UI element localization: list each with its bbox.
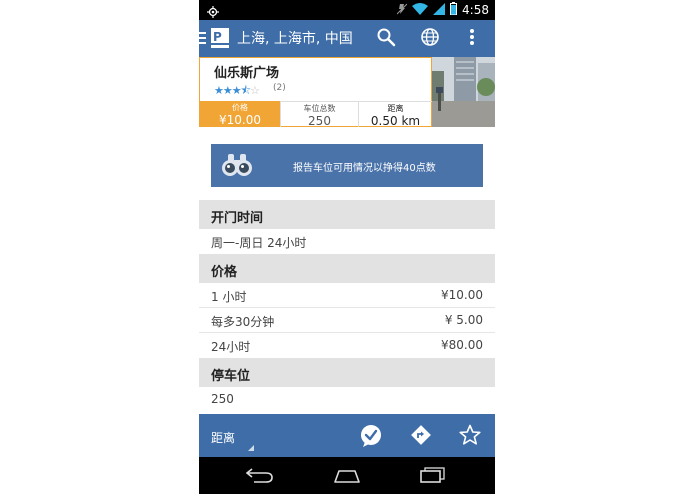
price-row-value: ¥ 5.00 (444, 313, 483, 327)
back-icon[interactable] (245, 467, 274, 487)
location-title[interactable]: 上海, 上海市, 中国 (237, 28, 353, 48)
spaces-section-title: 停车位 (211, 369, 251, 384)
price-stat: 价格 ¥10.00 (200, 101, 280, 127)
globe-icon[interactable] (420, 27, 440, 51)
star-icon: ★ (222, 84, 233, 97)
hours-section-title: 开门时间 (211, 211, 264, 226)
star-half-icon: ⯪ (240, 84, 251, 97)
svg-text:P: P (213, 30, 222, 44)
hours-value: 周一-周日 24小时 (211, 236, 307, 250)
recent-apps-icon[interactable] (420, 467, 446, 487)
parking-photo[interactable] (432, 57, 495, 127)
price-row: 24小时 ¥80.00 (199, 333, 495, 358)
phone-screen: 4:58 P 上海, 上海市, 中国 仙乐斯广场 ★★★⯪☆ (2) 价格 ¥1… (199, 0, 495, 494)
parking-logo-icon[interactable]: P (211, 28, 229, 48)
status-time: 4:58 (462, 3, 489, 17)
home-icon[interactable] (333, 468, 361, 487)
star-icon: ★ (214, 84, 224, 97)
distance-stat: 距离 0.50 km (358, 101, 432, 128)
price-row-label: 1 小时 (211, 290, 247, 304)
price-row-value: ¥80.00 (441, 338, 483, 352)
price-row: 每多30分钟 ¥ 5.00 (199, 308, 495, 333)
distance-value: 0.50 km (370, 114, 421, 128)
rating-count: (2) (273, 83, 286, 93)
mute-icon (396, 3, 408, 18)
parking-name: 仙乐斯广场 (214, 66, 280, 81)
wifi-icon (412, 2, 429, 18)
total-spaces-value: 250 (308, 114, 331, 128)
price-stat-label: 价格 (232, 103, 248, 112)
dropdown-corner-icon (248, 445, 254, 451)
status-bar: 4:58 (199, 0, 495, 20)
distance-label: 距离 (387, 104, 404, 113)
signal-icon (433, 2, 446, 18)
report-availability-banner[interactable]: 报告车位可用情况以挣得40点数 (211, 144, 483, 187)
total-spaces-label: 车位总数 (303, 104, 336, 113)
rating-stars: ★★★⯪☆ (214, 82, 260, 101)
overflow-menu-icon[interactable] (469, 27, 475, 51)
price-row-label: 每多30分钟 (211, 315, 275, 329)
binoculars-icon (221, 152, 253, 182)
parking-summary-card[interactable]: 仙乐斯广场 ★★★⯪☆ (2) 价格 ¥10.00 车位总数 250 距离 0.… (199, 57, 432, 128)
search-icon[interactable] (376, 27, 396, 51)
spaces-section-header: 停车位 (199, 358, 495, 387)
star-icon: ★ (231, 84, 242, 97)
drawer-menu-icon[interactable] (199, 30, 206, 49)
price-stat-value: ¥10.00 (219, 113, 261, 127)
bottom-action-bar: 距离 (199, 414, 495, 457)
price-row: 1 小时 ¥10.00 (199, 283, 495, 308)
sort-by-selector[interactable]: 距离 (211, 429, 235, 446)
price-section-title: 价格 (211, 265, 238, 280)
checkin-icon[interactable] (360, 425, 381, 451)
spaces-value: 250 (211, 392, 234, 406)
total-spaces-stat: 车位总数 250 (280, 101, 358, 128)
spaces-row: 250 (199, 387, 495, 412)
favorite-star-icon[interactable] (459, 424, 481, 450)
price-row-label: 24小时 (211, 340, 251, 354)
system-nav-bar (199, 457, 495, 494)
hours-section-header: 开门时间 (199, 200, 495, 229)
price-row-value: ¥10.00 (441, 288, 483, 302)
hours-row: 周一-周日 24小时 (199, 229, 495, 254)
action-bar: P 上海, 上海市, 中国 (199, 20, 495, 57)
price-section-header: 价格 (199, 254, 495, 283)
directions-icon[interactable] (411, 425, 431, 449)
star-empty-icon: ☆ (250, 84, 260, 97)
battery-icon (450, 2, 458, 18)
banner-text: 报告车位可用情况以挣得40点数 (293, 163, 436, 174)
